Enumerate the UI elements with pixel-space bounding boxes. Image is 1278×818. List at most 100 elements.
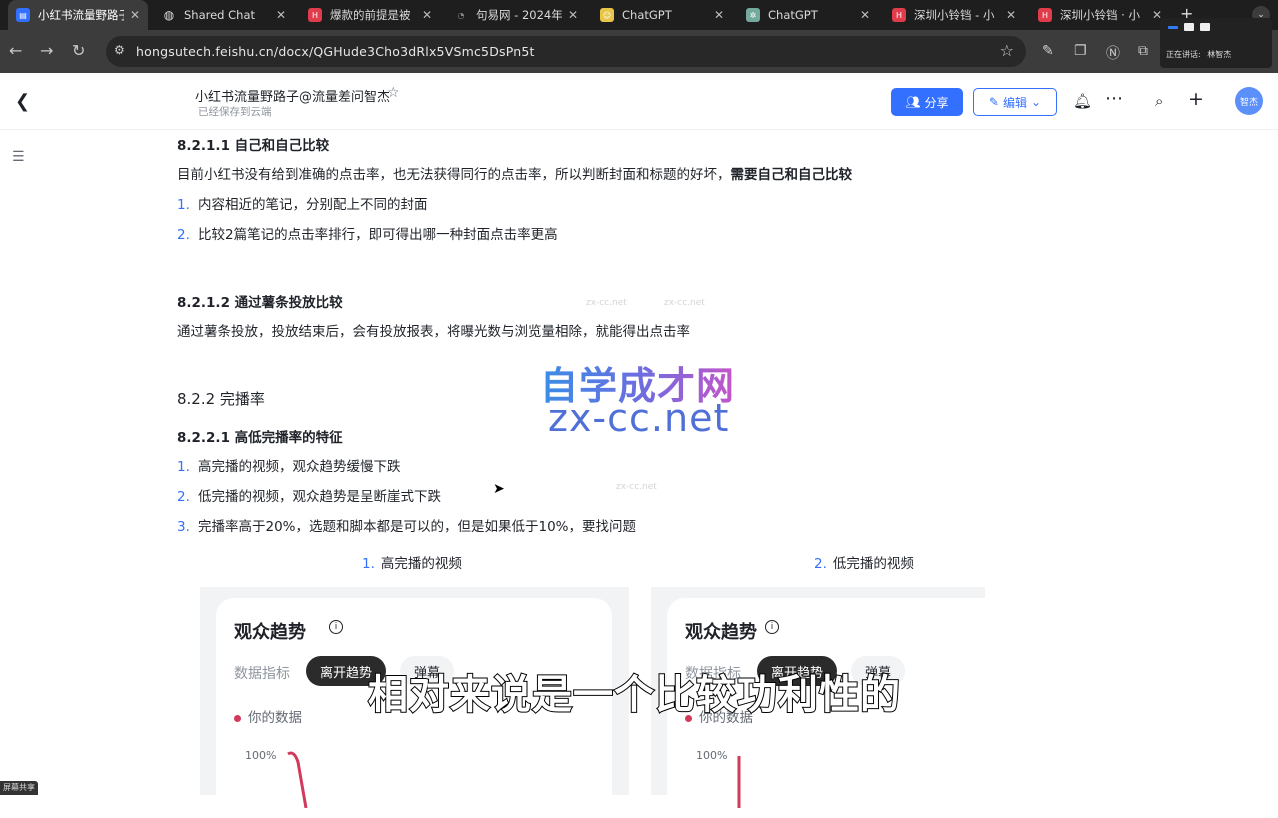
list-number: 2. — [177, 489, 190, 505]
list-item: 1. 内容相近的笔记，分别配上不同的封面 — [177, 193, 428, 213]
paragraph-bold-text: 需要自己和自己比较 — [730, 167, 853, 183]
list-text: 比较2篇笔记的点击率排行，即可得出哪一种封面点击率更高 — [198, 227, 558, 243]
doc-header: ❮ 小红书流量野路子@流量差问智杰 ☆ 已经保存到云端 👥︎ 分享 ✎ 编辑 ⌄… — [0, 73, 1278, 130]
metric-label: 数据指标 — [234, 666, 290, 682]
paragraph-shutiao: 通过薯条投放，投放结束后，会有投放报表，将曝光数与浏览量相除，就能得出点击率 — [177, 324, 690, 340]
avatar[interactable]: 智杰 — [1235, 87, 1263, 115]
audience-trend-line — [737, 756, 741, 808]
tab-title: 深圳小铃铛 · 小 — [1060, 8, 1140, 22]
share-label: 分享 — [924, 95, 949, 110]
list-item: 3. 完播率高于20%，选题和脚本都是可以的，但是如果低于10%，要找问题 — [177, 515, 636, 535]
legend-text: 你的数据 — [248, 710, 302, 726]
edit-label: 编辑 — [1002, 95, 1027, 110]
tab-shared-chat[interactable]: ◍ Shared Chat ✕ — [154, 0, 294, 30]
list-number: 3. — [177, 519, 190, 535]
window-icon[interactable] — [1184, 23, 1194, 31]
audience-trend-line — [287, 751, 308, 808]
info-icon: i — [765, 620, 779, 634]
pencil-icon: ✎ — [988, 95, 999, 109]
card-title: 观众趋势 — [234, 622, 306, 643]
favorite-star-icon[interactable]: ☆ — [387, 85, 400, 101]
notion-icon[interactable]: Ⓝ — [1106, 43, 1120, 63]
tab-chatgpt-2[interactable]: ✲ ChatGPT ✕ — [738, 0, 878, 30]
close-tab-icon[interactable]: ✕ — [422, 8, 432, 22]
tab-title: ChatGPT — [768, 8, 818, 22]
back-chevron-icon[interactable]: ❮ — [15, 91, 30, 112]
doc-title[interactable]: 小红书流量野路子@流量差问智杰 — [195, 86, 390, 105]
bookmark-star-icon[interactable]: ☆ — [1000, 41, 1014, 60]
heading-self-compare: 8.2.1.1 自己和自己比较 — [177, 138, 330, 154]
list-item: 1. 高完播的视频，观众趋势缓慢下跌 — [177, 455, 401, 475]
list-number: 1. — [177, 459, 190, 475]
list-number: 1. — [177, 197, 190, 213]
tab-juyi[interactable]: ◔ 句易网 - 2024年 ✕ — [446, 0, 586, 30]
video-subtitle: 相对来说是一个比较功利性的 — [367, 671, 901, 719]
close-tab-icon[interactable]: ✕ — [276, 8, 286, 22]
list-item: 2. 低完播的视频，观众趋势是呈断崖式下跌 — [177, 485, 441, 505]
list-text: 完播率高于20%，选题和脚本都是可以的，但是如果低于10%，要找问题 — [198, 519, 637, 535]
url-text: hongsutech.feishu.cn/docx/QGHude3Cho3dRl… — [136, 44, 535, 59]
menu-icon[interactable] — [1200, 23, 1210, 31]
hongsu-icon: H — [1038, 8, 1052, 22]
back-arrow-icon[interactable]: ← — [9, 41, 22, 60]
chart-legend: 你的数据 — [234, 706, 302, 726]
list-number: 1. — [362, 556, 375, 572]
speaker-name: 林智杰 — [1207, 50, 1232, 59]
search-icon[interactable]: ⌕ — [1155, 92, 1163, 110]
chatgpt-yellow-icon: ☺ — [600, 8, 614, 22]
tab-title: Shared Chat — [184, 8, 256, 22]
feishu-doc-icon: ▤ — [16, 8, 30, 22]
extensions-icon[interactable]: ⧉ — [1138, 43, 1148, 59]
tab-title: 爆款的前提是被 — [330, 8, 411, 22]
tab-hongsu-1[interactable]: H 爆款的前提是被 ✕ — [300, 0, 440, 30]
address-bar[interactable]: ⚙ hongsutech.feishu.cn/docx/QGHude3Cho3d… — [106, 36, 1026, 67]
list-number: 2. — [177, 227, 190, 243]
edit-mode-button[interactable]: ✎ 编辑 ⌄ — [973, 88, 1057, 116]
y-axis-tick: 100% — [245, 749, 277, 762]
close-tab-icon[interactable]: ✕ — [714, 8, 724, 22]
tab-feishu-doc[interactable]: ▤ 小红书流量野路子 ✕ — [8, 0, 148, 30]
outline-toc-icon[interactable]: ☰ — [12, 150, 25, 164]
browser-toolbar: ← → ↻ ⚙ hongsutech.feishu.cn/docx/QGHude… — [0, 30, 1278, 73]
hongsu-icon: H — [892, 8, 906, 22]
close-tab-icon[interactable]: ✕ — [130, 8, 140, 22]
share-button[interactable]: 👥︎ 分享 — [891, 88, 963, 116]
list-text: 高完播的视频，观众趋势缓慢下跌 — [198, 459, 401, 475]
more-options-icon[interactable]: ⋯ — [1105, 88, 1123, 109]
image-column-label: 1. 高完播的视频 — [362, 552, 462, 572]
close-tab-icon[interactable]: ✕ — [1006, 8, 1016, 22]
tab-hongsu-2[interactable]: H 深圳小铃铛 - 小 ✕ — [884, 0, 1024, 30]
juyi-icon: ◔ — [457, 10, 465, 20]
watermark-ring-text: zx-cc.net — [616, 482, 657, 492]
save-status: 已经保存到云端 — [198, 106, 272, 118]
list-item: 2. 比较2篇笔记的点击率排行，即可得出哪一种封面点击率更高 — [177, 223, 558, 243]
paragraph-text: 目前小红书没有给到准确的点击率，也无法获得同行的点击率，所以判断封面和标题的好坏… — [177, 167, 731, 183]
minimize-icon[interactable] — [1168, 25, 1178, 29]
paragraph-self-compare: 目前小红书没有给到准确的点击率，也无法获得同行的点击率，所以判断封面和标题的好坏… — [177, 163, 852, 183]
presenter-overlay: 正在讲话: 林智杰 — [1160, 18, 1272, 68]
column-label-text: 高完播的视频 — [380, 556, 462, 572]
copy-icon[interactable]: ❐ — [1074, 43, 1087, 59]
speaking-indicator: 正在讲话: 林智杰 — [1166, 49, 1231, 60]
chevron-down-icon: ⌄ — [1031, 95, 1042, 109]
site-info-icon[interactable]: ⚙ — [114, 43, 130, 59]
legend-dot — [234, 714, 241, 722]
tab-hongsu-3[interactable]: H 深圳小铃铛 · 小 ✕ — [1030, 0, 1170, 30]
list-text: 内容相近的笔记，分别配上不同的封面 — [198, 197, 428, 213]
close-tab-icon[interactable]: ✕ — [860, 8, 870, 22]
notification-bell-icon[interactable]: 🔔︎ — [1073, 92, 1092, 110]
list-text: 低完播的视频，观众趋势是呈断崖式下跌 — [198, 489, 441, 505]
screen-share-badge: 屏幕共享 — [0, 781, 38, 795]
heading-shutiao-compare: 8.2.1.2 通过薯条投放比较 — [177, 295, 343, 311]
reload-icon[interactable]: ↻ — [72, 41, 85, 60]
forward-arrow-icon[interactable]: → — [40, 41, 53, 60]
tab-chatgpt-1[interactable]: ☺ ChatGPT ✕ — [592, 0, 732, 30]
close-tab-icon[interactable]: ✕ — [568, 8, 578, 22]
browser-tab-strip: ▤ 小红书流量野路子 ✕ ◍ Shared Chat ✕ H 爆款的前提是被 ✕… — [0, 0, 1278, 30]
add-icon[interactable]: + — [1188, 88, 1204, 110]
heading-completion-features: 8.2.2.1 高低完播率的特征 — [177, 430, 343, 446]
list-number: 2. — [814, 556, 827, 572]
presenter-controls[interactable] — [1168, 23, 1210, 31]
image-column-label: 2. 低完播的视频 — [814, 552, 914, 572]
eyedropper-icon[interactable]: ✎ — [1042, 43, 1054, 59]
